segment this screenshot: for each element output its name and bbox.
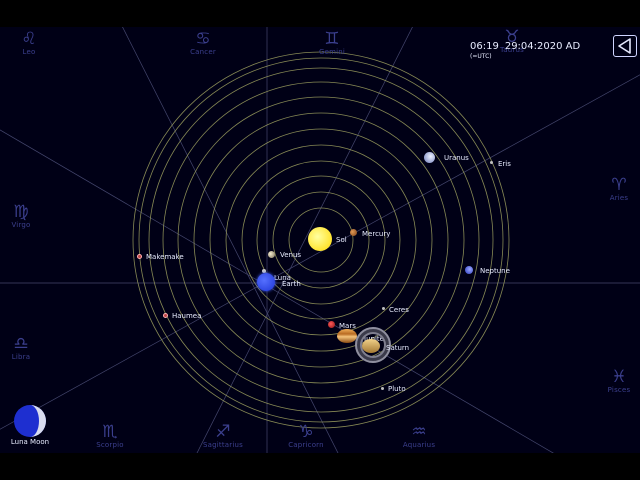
cancer-icon: ♋ xyxy=(195,29,211,49)
ceres-body[interactable] xyxy=(382,307,385,310)
ceres-label: Ceres xyxy=(389,306,409,314)
zodiac-sign-pisces: ♓ Pisces xyxy=(589,368,640,395)
scorpio-icon: ♏ xyxy=(102,422,118,442)
zodiac-label: Aries xyxy=(609,194,629,202)
zodiac-label: Virgo xyxy=(11,221,31,229)
zodiac-sign-libra: ♎ Libra xyxy=(0,335,51,362)
zodiac-sign-gemini: ♊ Gemini xyxy=(302,30,362,57)
clock-time: 06:19 xyxy=(470,41,499,52)
back-arrow-icon xyxy=(618,38,631,54)
mercury-label: Mercury xyxy=(362,230,391,238)
venus-label: Venus xyxy=(280,251,302,259)
zodiac-boundary-line xyxy=(0,74,640,430)
date-time-display[interactable]: 06:19 29:04:2020 AD (=UTC) xyxy=(470,41,586,60)
pisces-icon: ♓ xyxy=(611,367,627,387)
libra-icon: ♎ xyxy=(13,334,29,354)
zodiac-label: Cancer xyxy=(190,48,216,56)
saturn-label: Saturn xyxy=(386,344,410,352)
zodiac-label: Capricorn xyxy=(288,441,324,449)
mercury-body[interactable] xyxy=(350,229,357,236)
saturn-body[interactable] xyxy=(362,339,380,353)
zodiac-label: Sagittarius xyxy=(202,441,243,449)
makemake-label: Makemake xyxy=(146,253,184,261)
zodiac-label: Libra xyxy=(11,353,31,361)
leo-icon: ♌ xyxy=(21,29,37,49)
haumea-body[interactable] xyxy=(163,313,168,318)
sol-body[interactable] xyxy=(308,227,332,251)
eris-body[interactable] xyxy=(490,161,493,164)
sol-label: Sol xyxy=(336,236,347,244)
earth-label: Earth xyxy=(282,280,301,288)
capricorn-icon: ♑ xyxy=(298,422,314,442)
zodiac-label: Leo xyxy=(22,48,36,56)
zodiac-label: Pisces xyxy=(607,386,631,394)
earth-body[interactable] xyxy=(257,273,275,291)
neptune-label: Neptune xyxy=(480,267,510,275)
pluto-body[interactable] xyxy=(381,387,384,390)
zodiac-sign-leo: ♌ Leo xyxy=(0,30,59,57)
clock-date: 29:04:2020 AD xyxy=(504,41,581,52)
zodiac-label: Aquarius xyxy=(402,441,436,449)
moon-phase-label: Luna Moon xyxy=(10,438,50,446)
uranus-label: Uranus xyxy=(444,154,469,162)
aquarius-icon: ♒ xyxy=(411,422,427,442)
virgo-icon: ♍ xyxy=(13,202,29,222)
sagittarius-icon: ♐ xyxy=(215,422,231,442)
makemake-body[interactable] xyxy=(137,254,142,259)
zodiac-sign-aries: ♈ Aries xyxy=(589,176,640,203)
zodiac-sign-capricorn: ♑ Capricorn xyxy=(276,423,336,450)
haumea-label: Haumea xyxy=(172,312,202,320)
uranus-body[interactable] xyxy=(424,152,435,163)
zodiac-sign-cancer: ♋ Cancer xyxy=(173,30,233,57)
zodiac-label: Scorpio xyxy=(96,441,124,449)
aries-icon: ♈ xyxy=(611,175,627,195)
zodiac-label: Gemini xyxy=(318,48,346,56)
moon-phase-widget[interactable]: Luna Moon xyxy=(8,404,52,447)
mars-body[interactable] xyxy=(328,321,335,328)
gemini-icon: ♊ xyxy=(324,29,340,49)
pluto-label: Pluto xyxy=(388,385,406,393)
back-button[interactable] xyxy=(613,35,637,57)
solar-system-view[interactable]: ♌ Leo ♋ Cancer ♊ Gemini ♉ Taurus ♈ Aries… xyxy=(0,27,640,453)
zodiac-sign-sagittarius: ♐ Sagittarius xyxy=(193,423,253,450)
jupiter-body[interactable] xyxy=(337,329,357,343)
neptune-body[interactable] xyxy=(465,266,473,274)
zodiac-sign-aquarius: ♒ Aquarius xyxy=(389,423,449,450)
zodiac-boundary-line xyxy=(0,129,554,453)
venus-body[interactable] xyxy=(268,251,275,258)
eris-label: Eris xyxy=(498,160,511,168)
zodiac-sign-scorpio: ♏ Scorpio xyxy=(80,423,140,450)
zodiac-boundary-line xyxy=(122,27,339,453)
zodiac-sign-virgo: ♍ Virgo xyxy=(0,203,51,230)
clock-timezone: (=UTC) xyxy=(470,53,492,60)
moon-phase-icon xyxy=(14,405,46,437)
